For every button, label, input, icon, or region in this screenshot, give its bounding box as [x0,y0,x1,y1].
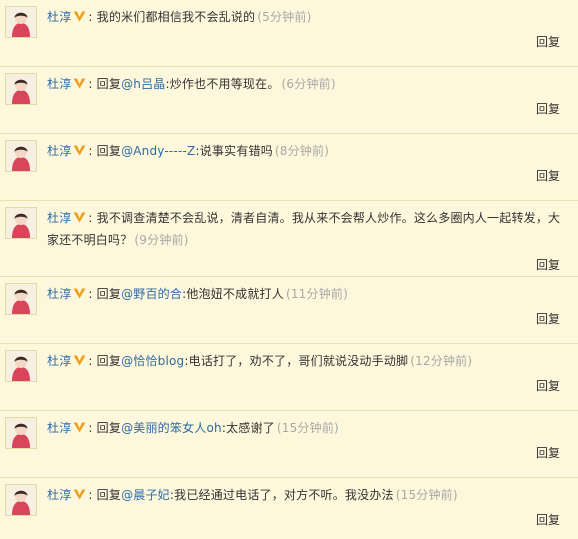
comment-text: 杜淳: 回复@晨子妃:我已经通过电话了，对方不听。我没办法 (15分钟前) [47,484,563,506]
user-avatar[interactable] [5,484,37,516]
reply-button[interactable]: 回复 [536,167,560,184]
comment-text: 杜淳: 回复@恰恰blog:电话打了，劝不了，哥们就说没动手动脚 (12分钟前) [47,350,563,372]
user-avatar[interactable] [5,6,37,38]
user-colon: : [88,77,93,91]
mention-link[interactable]: @恰恰blog [121,354,184,368]
comment-item: 杜淳: 我不调查清楚不会乱说，清者自清。我从来不会帮人炒作。这么多圈内人一起转发，… [0,201,578,277]
user-colon: : [88,287,93,301]
user-avatar[interactable] [5,417,37,449]
comment-time: (12分钟前) [410,354,473,368]
comment-item: 杜淳: 我的米们都相信我不会乱说的 (5分钟前) 回复 [0,0,578,67]
username-link[interactable]: 杜淳 [47,211,71,225]
vip-v-badge-icon [73,288,86,299]
avatar-icon [6,418,36,448]
reply-prefix: 回复 [96,287,122,301]
vip-v-badge-icon [73,78,86,89]
user-avatar[interactable] [5,73,37,105]
username-link[interactable]: 杜淳 [47,144,71,158]
username-link[interactable]: 杜淳 [47,287,71,301]
mention-link[interactable]: @Andy-----Z [121,144,195,158]
avatar-icon [6,485,36,515]
reply-button[interactable]: 回复 [536,377,560,394]
comment-content: 电话打了，劝不了，哥们就说没动手动脚 [188,354,409,368]
user-avatar[interactable] [5,140,37,172]
user-colon: : [88,488,93,502]
reply-prefix: 回复 [96,421,122,435]
vip-v-badge-icon [73,212,86,223]
comment-item: 杜淳: 回复@晨子妃:我已经通过电话了，对方不听。我没办法 (15分钟前) 回复 [0,478,578,539]
comment-text: 杜淳: 回复@h吕晶:炒作也不用等现在。 (6分钟前) [47,73,563,95]
username-link[interactable]: 杜淳 [47,354,71,368]
avatar-icon [6,208,36,238]
comment-content: 我已经通过电话了，对方不听。我没办法 [174,488,394,502]
mention-link[interactable]: @晨子妃 [121,488,170,502]
comment-text: 杜淳: 我的米们都相信我不会乱说的 (5分钟前) [47,6,563,28]
user-avatar[interactable] [5,350,37,382]
username-link[interactable]: 杜淳 [47,421,71,435]
comment-text: 杜淳: 回复@Andy-----Z:说事实有错吗 (8分钟前) [47,140,563,162]
reply-prefix: 回复 [96,488,122,502]
comment-time: (8分钟前) [274,144,330,158]
user-avatar[interactable] [5,207,37,239]
comment-item: 杜淳: 回复@野百的合:他泡妞不成就打人 (11分钟前) 回复 [0,277,578,344]
reply-prefix: 回复 [96,354,122,368]
comment-content: 太感谢了 [226,421,275,435]
mention-link[interactable]: @h吕晶 [121,77,165,91]
comment-text: 杜淳: 我不调查清楚不会乱说，清者自清。我从来不会帮人炒作。这么多圈内人一起转发，… [47,207,563,251]
comment-time: (15分钟前) [276,421,339,435]
user-avatar[interactable] [5,283,37,315]
vip-v-badge-icon [73,145,86,156]
avatar-icon [6,141,36,171]
user-colon: : [88,211,93,225]
avatar-icon [6,351,36,381]
user-colon: : [88,354,93,368]
vip-v-badge-icon [73,489,86,500]
comment-text: 杜淳: 回复@美丽的笨女人oh:太感谢了 (15分钟前) [47,417,563,439]
comment-list: 杜淳: 我的米们都相信我不会乱说的 (5分钟前) 回复 杜淳: 回复@h吕晶:炒作也不… [0,0,578,539]
vip-v-badge-icon [73,11,86,22]
mention-link[interactable]: @美丽的笨女人oh [121,421,222,435]
comment-time: (11分钟前) [285,287,348,301]
reply-prefix: 回复 [96,77,122,91]
comment-time: (15分钟前) [395,488,458,502]
user-colon: : [88,144,93,158]
comment-item: 杜淳: 回复@恰恰blog:电话打了，劝不了，哥们就说没动手动脚 (12分钟前) 回… [0,344,578,411]
comment-item: 杜淳: 回复@Andy-----Z:说事实有错吗 (8分钟前) 回复 [0,134,578,201]
comment-content: 我的米们都相信我不会乱说的 [96,10,256,24]
username-link[interactable]: 杜淳 [47,10,71,24]
user-colon: : [88,421,93,435]
avatar-icon [6,284,36,314]
reply-button[interactable]: 回复 [536,256,560,273]
comment-content: 我不调查清楚不会乱说，清者自清。我从来不会帮人炒作。这么多圈内人一起转发，大家还… [47,211,561,247]
username-link[interactable]: 杜淳 [47,488,71,502]
comment-content: 他泡妞不成就打人 [186,287,284,301]
comment-text: 杜淳: 回复@野百的合:他泡妞不成就打人 (11分钟前) [47,283,563,305]
reply-button[interactable]: 回复 [536,511,560,528]
mention-link[interactable]: @野百的合 [121,287,182,301]
comment-item: 杜淳: 回复@美丽的笨女人oh:太感谢了 (15分钟前) 回复 [0,411,578,478]
reply-button[interactable]: 回复 [536,444,560,461]
reply-button[interactable]: 回复 [536,33,560,50]
avatar-icon [6,7,36,37]
comment-content: 说事实有错吗 [199,144,273,158]
vip-v-badge-icon [73,422,86,433]
comment-time: (5分钟前) [257,10,312,24]
comment-time: (6分钟前) [281,77,336,91]
comment-item: 杜淳: 回复@h吕晶:炒作也不用等现在。 (6分钟前) 回复 [0,67,578,134]
user-colon: : [88,10,93,24]
comment-content: 炒作也不用等现在。 [169,77,280,91]
reply-button[interactable]: 回复 [536,310,560,327]
comment-time: (9分钟前) [134,233,189,247]
vip-v-badge-icon [73,355,86,366]
reply-button[interactable]: 回复 [536,100,560,117]
username-link[interactable]: 杜淳 [47,77,71,91]
reply-prefix: 回复 [96,144,122,158]
avatar-icon [6,74,36,104]
